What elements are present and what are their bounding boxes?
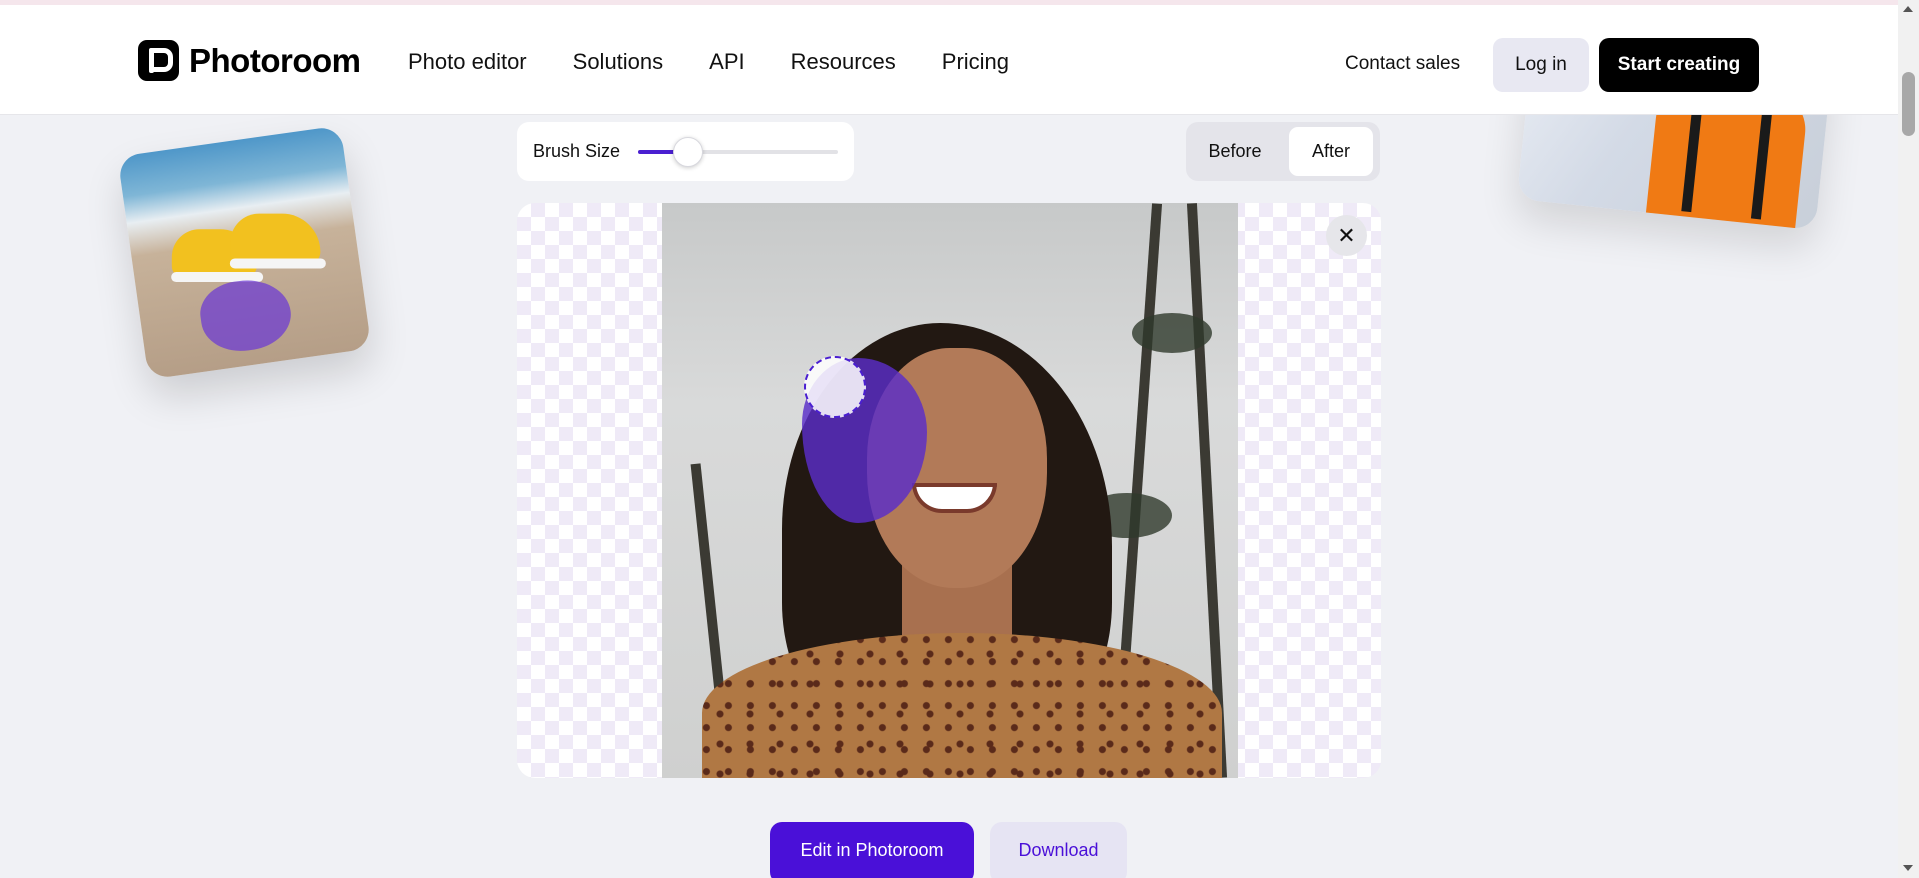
shoe-shape (230, 213, 321, 264)
before-after-toggle: Before After (1186, 122, 1380, 181)
shoe-sole (229, 258, 326, 269)
close-icon[interactable]: ✕ (1326, 215, 1367, 256)
scroll-thumb[interactable] (1902, 72, 1915, 136)
nav-photo-editor[interactable]: Photo editor (408, 49, 527, 75)
shoes-sample-image (117, 125, 372, 380)
scroll-down-arrow-icon[interactable] (1903, 865, 1913, 871)
brush-overlay-blob (196, 274, 296, 357)
main-nav: Photo editor Solutions API Resources Pri… (408, 49, 1009, 75)
logo[interactable]: Photoroom (138, 40, 361, 81)
palm-frond (1132, 313, 1212, 353)
scroll-up-arrow-icon[interactable] (1903, 6, 1913, 12)
brush-size-control: Brush Size (517, 122, 854, 181)
start-creating-button[interactable]: Start creating (1599, 38, 1759, 92)
after-button[interactable]: After (1289, 127, 1373, 176)
edit-in-photoroom-button[interactable]: Edit in Photoroom (770, 822, 974, 878)
contact-sales-link[interactable]: Contact sales (1345, 53, 1460, 75)
brush-size-slider[interactable] (638, 137, 838, 167)
blouse-shape (702, 633, 1222, 778)
brush-cursor (804, 356, 866, 418)
site-header: Photoroom Photo editor Solutions API Res… (0, 5, 1898, 115)
before-button[interactable]: Before (1192, 127, 1278, 176)
slider-thumb[interactable] (673, 137, 703, 167)
download-button[interactable]: Download (990, 822, 1127, 878)
login-button[interactable]: Log in (1493, 38, 1589, 92)
nav-pricing[interactable]: Pricing (942, 49, 1009, 75)
editor-canvas[interactable]: ✕ (517, 203, 1381, 778)
nav-resources[interactable]: Resources (791, 49, 896, 75)
photoroom-logo-icon (138, 40, 179, 81)
brand-name: Photoroom (189, 41, 361, 79)
portrait-photo (662, 203, 1238, 778)
nav-api[interactable]: API (709, 49, 744, 75)
page-scrollbar[interactable] (1898, 0, 1919, 878)
nav-solutions[interactable]: Solutions (573, 49, 664, 75)
brush-size-label: Brush Size (533, 141, 621, 161)
